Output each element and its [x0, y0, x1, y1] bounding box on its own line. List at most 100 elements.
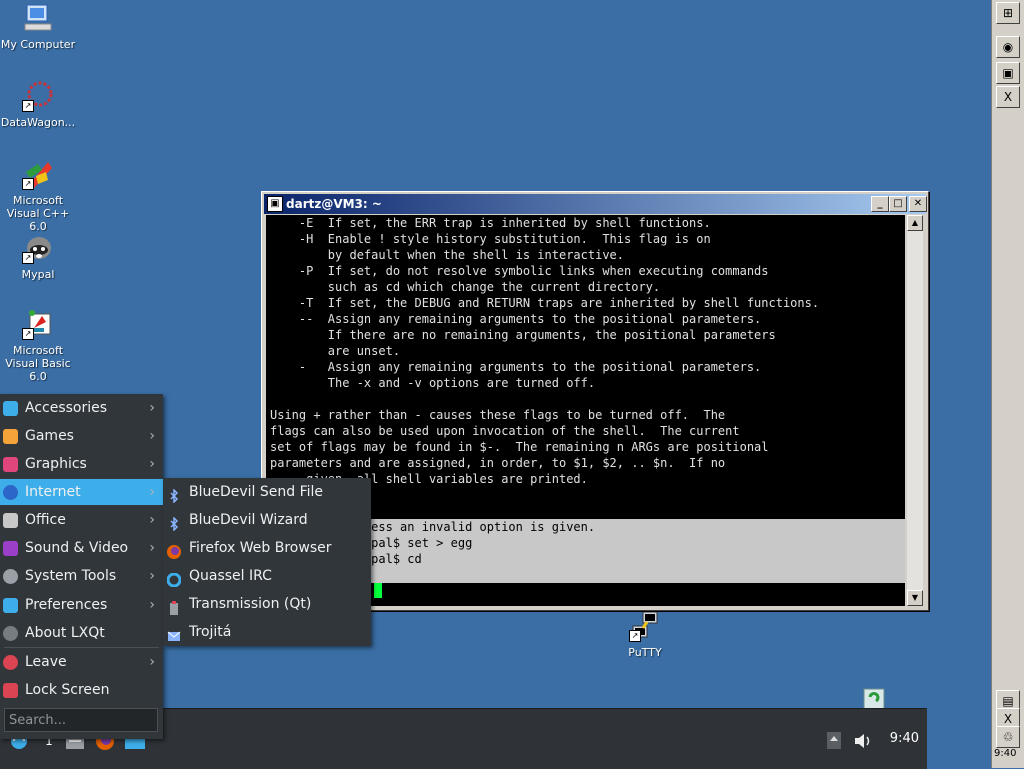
shortcut-arrow-icon: ↗: [22, 100, 34, 112]
menu-item-internet[interactable]: Internet ›: [0, 479, 163, 505]
dock-x-icon[interactable]: X: [996, 86, 1020, 108]
accessories-icon: [3, 401, 18, 416]
chevron-right-icon: ›: [149, 400, 155, 416]
volume-icon[interactable]: [852, 731, 874, 751]
dock-clock: 9:40: [994, 748, 1017, 759]
terminal-line: are unset.: [270, 344, 401, 358]
scroll-up-button[interactable]: ▲: [907, 215, 923, 231]
desktop-icon-visual-cpp[interactable]: ↗ Microsoft Visual C++ 6.0: [0, 158, 76, 233]
terminal-line: -P If set, do not resolve symbolic links…: [270, 264, 769, 278]
submenu-item-bluedevil-send-file[interactable]: BlueDevil Send File: [163, 478, 371, 506]
bluetooth-icon: [167, 513, 181, 532]
menu-item-about-lxqt[interactable]: About LXQt: [0, 620, 163, 646]
desktop-icon-my-computer[interactable]: My Computer: [0, 2, 76, 51]
terminal-line: - Assign any remaining arguments to the …: [270, 360, 762, 374]
dock-recycle-icon[interactable]: ♲: [996, 726, 1020, 748]
submenu-item-transmission[interactable]: Transmission (Qt): [163, 590, 371, 618]
office-icon: [3, 513, 18, 528]
computer-icon: [22, 2, 54, 34]
menu-item-lock-screen[interactable]: Lock Screen: [0, 677, 163, 703]
games-icon: [3, 429, 18, 444]
right-dock: ⊞ ◉ ▣ X ▤ X ♲ 9:40: [991, 0, 1024, 768]
desktop-icon-datawagon[interactable]: ↗ DataWagon...: [0, 80, 76, 129]
terminal-line: -H Enable ! style history substitution. …: [270, 232, 711, 246]
submenu-item-quassel-irc[interactable]: Quassel IRC: [163, 562, 371, 590]
desktop-icon-label: Mypal: [21, 268, 55, 281]
shortcut-arrow-icon: ↗: [22, 328, 34, 340]
graphics-icon: [3, 457, 18, 472]
visual-cpp-icon: ↗: [22, 158, 54, 190]
dock-windows-icon[interactable]: ⊞: [996, 2, 1020, 24]
internet-submenu: BlueDevil Send File BlueDevil Wizard Fir…: [163, 478, 371, 646]
desktop-icon-label: PuTTY: [628, 646, 662, 659]
trojita-icon: [167, 625, 181, 641]
vertical-scrollbar[interactable]: ▲ ▼: [907, 215, 923, 606]
submenu-item-trojita[interactable]: Trojitá: [163, 618, 371, 646]
visual-basic-icon: ↗: [22, 308, 54, 340]
desktop-icon-label: My Computer: [0, 38, 76, 51]
system-tools-icon: [3, 569, 18, 584]
menu-item-system-tools[interactable]: System Tools ›: [0, 563, 163, 589]
menu-item-games[interactable]: Games ›: [0, 423, 163, 449]
chevron-right-icon: ›: [149, 540, 155, 556]
desktop-icon-label: Microsoft Visual Basic 6.0: [5, 344, 71, 383]
desktop-icon-visual-basic[interactable]: ↗ Microsoft Visual Basic 6.0: [0, 308, 76, 383]
maximize-button[interactable]: □: [889, 196, 907, 212]
putty-window-icon[interactable]: ▣: [267, 196, 283, 212]
chevron-right-icon: ›: [149, 654, 155, 670]
close-button[interactable]: ✕: [909, 196, 927, 212]
dock-mypal-icon[interactable]: ◉: [996, 36, 1020, 58]
shortcut-arrow-icon: ↗: [22, 252, 34, 264]
scroll-down-button[interactable]: ▼: [907, 590, 923, 606]
datawagon-icon: ↗: [22, 80, 54, 112]
terminal-line: -T If set, the DEBUG and RETURN traps ar…: [270, 296, 820, 310]
shortcut-arrow-icon: ↗: [629, 630, 641, 642]
bluetooth-icon: [167, 485, 181, 504]
preferences-icon: [3, 598, 18, 613]
desktop-icon-label: Microsoft Visual C++ 6.0: [6, 194, 70, 233]
terminal-line: The -x and -v options are turned off.: [270, 376, 596, 390]
terminal-line: such as cd which change the current dire…: [270, 280, 661, 294]
mypal-icon: ↗: [22, 232, 54, 264]
window-title: dartz@VM3: ~: [286, 197, 382, 211]
window-titlebar[interactable]: ▣ dartz@VM3: ~ _ □ ✕: [264, 194, 927, 214]
desktop-icon-mypal[interactable]: ↗ Mypal: [0, 232, 76, 281]
menu-search-input[interactable]: Search...: [4, 708, 158, 732]
chevron-right-icon: ›: [149, 568, 155, 584]
menu-separator: [4, 647, 159, 648]
transmission-icon: [167, 597, 181, 615]
terminal-line: If there are no remaining arguments, the…: [270, 328, 776, 342]
terminal-line: flags can also be used upon invocation o…: [270, 424, 740, 438]
terminal-line: parameters and are assigned, in order, t…: [270, 456, 726, 470]
menu-item-preferences[interactable]: Preferences ›: [0, 592, 163, 618]
desktop-icon-putty[interactable]: ↗ PuTTY: [607, 610, 683, 659]
sound-video-icon: [3, 541, 18, 556]
chevron-right-icon: ›: [149, 597, 155, 613]
shortcut-arrow-icon: ↗: [22, 178, 34, 190]
firefox-icon: [167, 541, 181, 559]
internet-icon: [3, 485, 18, 500]
menu-item-accessories[interactable]: Accessories ›: [0, 395, 163, 421]
putty-icon: ↗: [629, 610, 661, 642]
menu-item-office[interactable]: Office ›: [0, 507, 163, 533]
terminal-line: by default when the shell is interactive…: [270, 248, 625, 262]
terminal-cursor: [374, 583, 382, 598]
power-icon: [3, 655, 18, 670]
terminal-line: -- Assign any remaining arguments to the…: [270, 312, 762, 326]
terminal-line: -E If set, the ERR trap is inherited by …: [270, 216, 711, 230]
tray-up-arrow-icon[interactable]: [826, 731, 848, 751]
menu-item-sound-video[interactable]: Sound & Video ›: [0, 535, 163, 561]
submenu-item-bluedevil-wizard[interactable]: BlueDevil Wizard: [163, 506, 371, 534]
dock-putty-icon[interactable]: ▣: [996, 62, 1020, 84]
menu-item-leave[interactable]: Leave ›: [0, 649, 163, 675]
submenu-item-firefox[interactable]: Firefox Web Browser: [163, 534, 371, 562]
menu-item-graphics[interactable]: Graphics ›: [0, 451, 163, 477]
minimize-button[interactable]: _: [871, 196, 889, 212]
desktop-icon-label: DataWagon...: [0, 116, 76, 129]
recycle-bin-icon[interactable]: [860, 685, 888, 710]
info-icon: [3, 626, 18, 641]
terminal-line: Using + rather than - causes these flags…: [270, 408, 726, 422]
start-menu: Accessories › Games › Graphics › Internet › …: [0, 394, 163, 739]
taskbar-clock[interactable]: 9:40: [890, 731, 919, 746]
